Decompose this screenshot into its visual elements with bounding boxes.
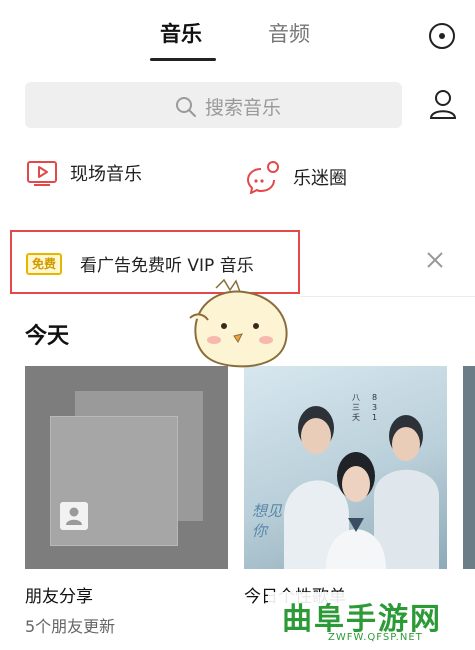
search-placeholder: 搜索音乐 [205,97,282,119]
ad-text: 看广告免费听 VIP 音乐 [80,256,254,276]
svg-text:夭: 夭 [352,413,360,422]
svg-text:三: 三 [352,403,360,412]
avatar-icon [60,502,88,530]
fan-circle-label: 乐迷圈 [293,168,347,189]
daily-playlist-card[interactable]: 想见 你 八 三 夭 8 3 1 [244,366,447,569]
friends-share-title: 朋友分享 [25,587,93,607]
radio-icon[interactable] [429,23,455,49]
live-music-label: 现场音乐 [70,164,142,185]
svg-text:你: 你 [252,522,269,540]
search-bar[interactable]: 搜索音乐 [25,82,402,128]
watermark: 曲阜手游网 ZWFW.QFSP.NET [268,592,475,650]
svg-text:想见: 想见 [252,502,283,520]
live-play-icon [27,161,57,186]
album-cover-image: 想见 你 八 三 夭 8 3 1 [252,393,439,569]
friends-share-card[interactable] [25,366,228,569]
tab-active-indicator [150,58,216,61]
section-title-today: 今天 [25,324,70,349]
svg-text:3: 3 [372,403,377,412]
top-tabs: 音乐 音频 [0,0,475,72]
svg-text:1: 1 [372,413,377,422]
svg-text:八: 八 [352,393,360,402]
chat-bubble-icon [246,161,279,194]
mascot-chick-image [189,278,288,368]
tab-audio[interactable]: 音频 [268,18,310,48]
svg-text:8: 8 [372,393,377,402]
tab-music[interactable]: 音乐 [160,18,202,48]
user-icon[interactable] [428,88,458,120]
fan-circle-shortcut[interactable]: 乐迷圈 [245,160,347,194]
close-icon[interactable] [425,250,445,270]
live-music-shortcut[interactable]: 现场音乐 [26,160,142,186]
watermark-url: ZWFW.QFSP.NET [328,632,423,643]
free-badge: 免费 [26,253,63,275]
search-icon [176,96,196,117]
friends-share-subtitle: 5个朋友更新 [25,617,116,636]
next-card-peek[interactable] [463,366,475,569]
divider [300,296,475,297]
